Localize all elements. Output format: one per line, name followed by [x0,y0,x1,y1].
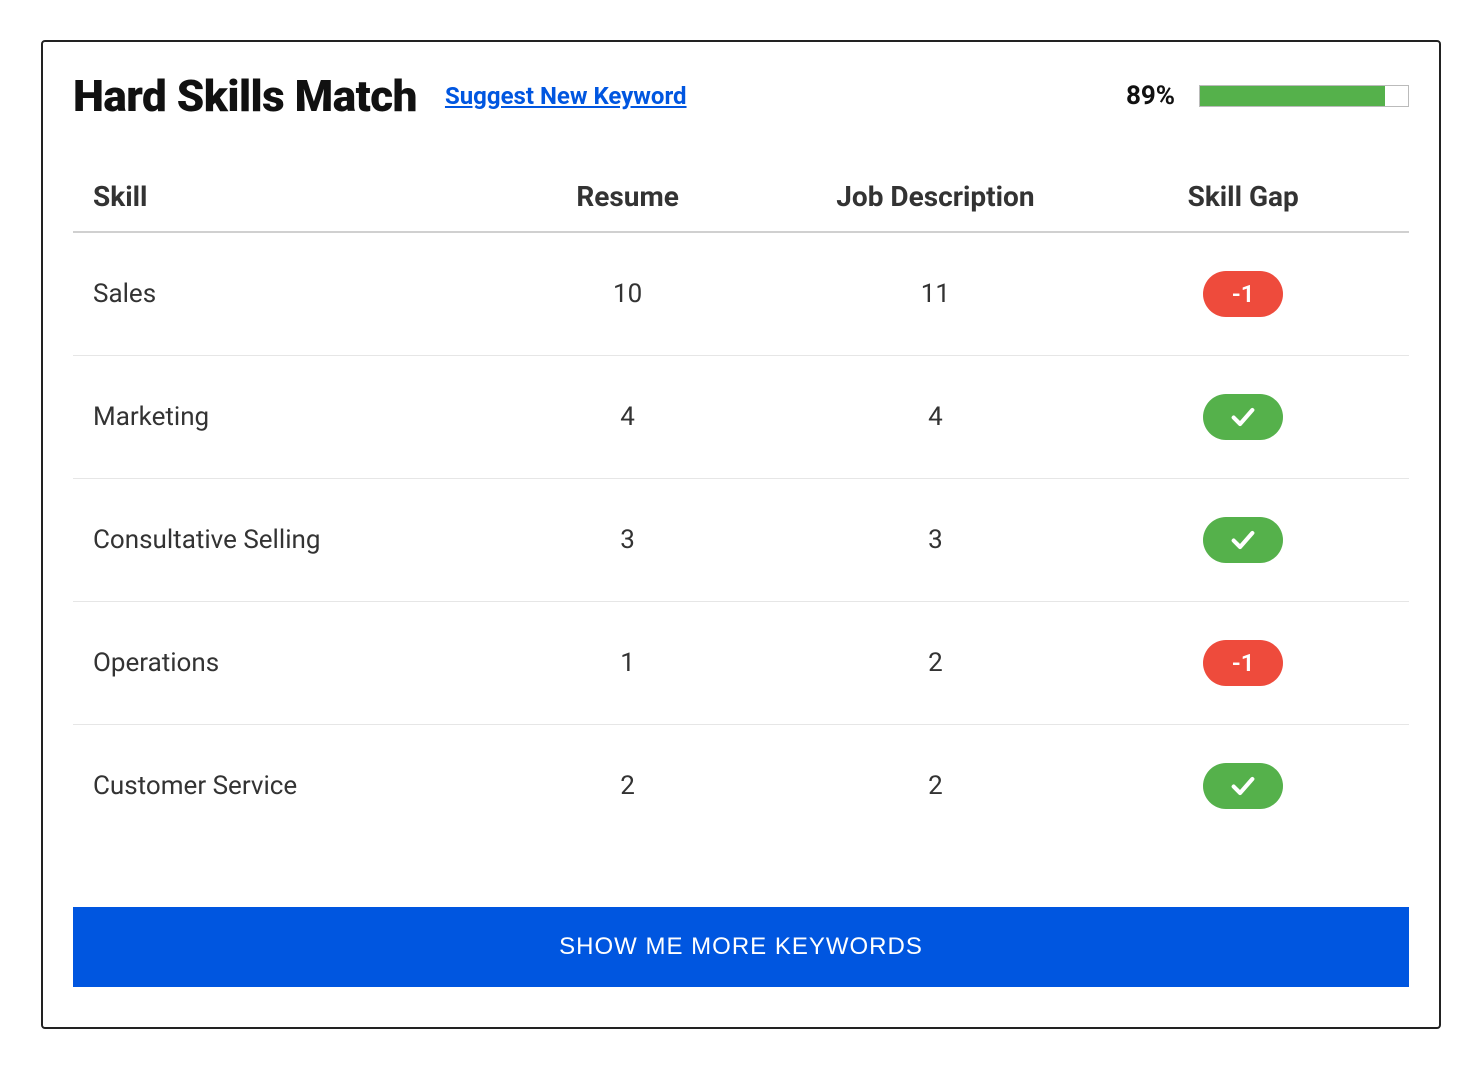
gap-value: -1 [1232,649,1255,677]
check-icon [1229,403,1257,431]
col-job-description: Job Description [773,180,1097,213]
gap-match-badge [1203,763,1283,809]
page-title: Hard Skills Match [73,70,417,122]
card-header: Hard Skills Match Suggest New Keyword 89… [73,70,1409,122]
cell-skill: Operations [93,648,482,678]
cell-skill: Sales [93,279,482,309]
check-icon [1229,772,1257,800]
table-row: Marketing44 [73,356,1409,479]
gap-deficit-badge: -1 [1203,640,1283,686]
cell-skill: Customer Service [93,771,482,801]
table-row: Operations12 -1 [73,602,1409,725]
suggest-keyword-link[interactable]: Suggest New Keyword [445,82,687,110]
cell-resume: 2 [482,771,774,801]
col-skill: Skill [93,180,482,213]
cell-skill-gap [1097,763,1389,809]
cell-skill-gap: -1 [1097,640,1389,686]
cell-resume: 10 [482,279,774,309]
cell-job-description: 11 [773,279,1097,309]
cell-skill-gap [1097,394,1389,440]
table-body: Sales1011-1Marketing44Consultative Selli… [73,233,1409,847]
progress-bar [1199,85,1409,107]
cell-resume: 3 [482,525,774,555]
col-skill-gap: Skill Gap [1097,180,1389,213]
cell-job-description: 3 [773,525,1097,555]
gap-value: -1 [1232,280,1255,308]
gap-deficit-badge: -1 [1203,271,1283,317]
show-more-keywords-button[interactable]: SHOW ME MORE KEYWORDS [73,907,1409,987]
check-icon [1229,526,1257,554]
match-percent: 89% [1126,81,1175,111]
skills-match-card: Hard Skills Match Suggest New Keyword 89… [41,40,1441,1029]
table-row: Customer Service22 [73,725,1409,847]
progress-fill [1200,86,1385,106]
skills-table: Skill Resume Job Description Skill Gap S… [73,162,1409,847]
cell-resume: 1 [482,648,774,678]
table-row: Sales1011 -1 [73,233,1409,356]
cell-job-description: 4 [773,402,1097,432]
gap-match-badge [1203,394,1283,440]
cell-job-description: 2 [773,771,1097,801]
header-right: 89% [1126,81,1409,111]
gap-match-badge [1203,517,1283,563]
table-header: Skill Resume Job Description Skill Gap [73,162,1409,233]
cell-job-description: 2 [773,648,1097,678]
col-resume: Resume [482,180,774,213]
cell-skill: Marketing [93,402,482,432]
cell-skill-gap [1097,517,1389,563]
table-row: Consultative Selling33 [73,479,1409,602]
cell-skill-gap: -1 [1097,271,1389,317]
cell-resume: 4 [482,402,774,432]
cell-skill: Consultative Selling [93,525,482,555]
